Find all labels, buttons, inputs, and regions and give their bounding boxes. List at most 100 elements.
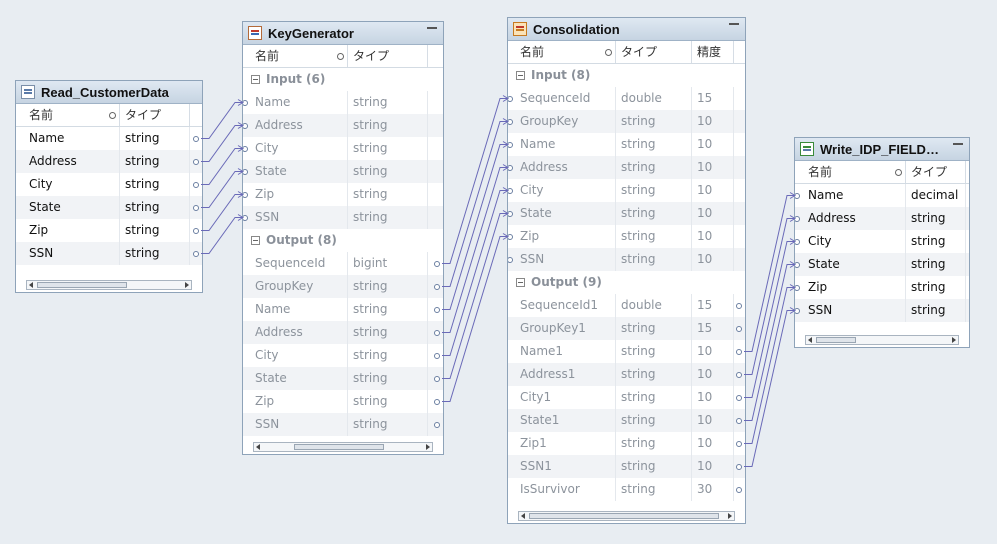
- port-row[interactable]: SequenceId bigint: [243, 252, 443, 275]
- port-row[interactable]: City1 string 10: [508, 386, 745, 409]
- port-row[interactable]: City string 10: [508, 179, 745, 202]
- output-port-connector[interactable]: [193, 159, 199, 165]
- output-port-connector[interactable]: [434, 422, 440, 428]
- write-idp-field-object[interactable]: Write_IDP_FIELD… 名前 タイプ Name decimal Addre…: [794, 137, 970, 348]
- scrollbar-thumb[interactable]: [294, 444, 384, 450]
- input-port-connector[interactable]: [795, 308, 800, 314]
- input-port-connector[interactable]: [243, 123, 248, 129]
- port-row[interactable]: Address1 string 10: [508, 363, 745, 386]
- port-row[interactable]: State string: [243, 367, 443, 390]
- port-row[interactable]: Address string: [243, 114, 443, 137]
- input-port-connector[interactable]: [508, 165, 513, 171]
- keygen-output-group[interactable]: Output (8): [243, 229, 443, 252]
- input-port-connector[interactable]: [508, 188, 513, 194]
- input-port-connector[interactable]: [508, 211, 513, 217]
- output-port-connector[interactable]: [434, 353, 440, 359]
- port-row[interactable]: State string: [16, 196, 202, 219]
- port-row[interactable]: Name1 string 10: [508, 340, 745, 363]
- port-row[interactable]: SequenceId1 double 15: [508, 294, 745, 317]
- port-row[interactable]: Zip string: [16, 219, 202, 242]
- consolidation-horizontal-scrollbar[interactable]: [518, 511, 735, 521]
- scroll-left-arrow-icon[interactable]: [521, 513, 525, 519]
- scroll-left-arrow-icon[interactable]: [808, 337, 812, 343]
- port-row[interactable]: State1 string 10: [508, 409, 745, 432]
- input-port-connector[interactable]: [508, 96, 513, 102]
- minimize-icon[interactable]: [427, 27, 437, 33]
- output-port-connector[interactable]: [736, 326, 742, 332]
- read-customerdata-object[interactable]: Read_CustomerData 名前 タイプ Name string Addre…: [15, 80, 203, 293]
- port-row[interactable]: SequenceId double 15: [508, 87, 745, 110]
- output-port-connector[interactable]: [736, 487, 742, 493]
- port-row[interactable]: State string 10: [508, 202, 745, 225]
- input-port-connector[interactable]: [508, 257, 513, 263]
- output-port-connector[interactable]: [193, 205, 199, 211]
- scroll-right-arrow-icon[interactable]: [185, 282, 189, 288]
- name-column-header[interactable]: 名前: [243, 45, 348, 67]
- scroll-right-arrow-icon[interactable]: [728, 513, 732, 519]
- scrollbar-thumb[interactable]: [37, 282, 127, 288]
- port-row[interactable]: Address string: [16, 150, 202, 173]
- scrollbar-thumb[interactable]: [529, 513, 719, 519]
- output-port-connector[interactable]: [736, 441, 742, 447]
- keygen-horizontal-scrollbar[interactable]: [253, 442, 433, 452]
- write-title-bar[interactable]: Write_IDP_FIELD…: [795, 138, 969, 161]
- read-title-bar[interactable]: Read_CustomerData: [16, 81, 202, 104]
- input-port-connector[interactable]: [795, 193, 800, 199]
- port-row[interactable]: Address string 10: [508, 156, 745, 179]
- output-port-connector[interactable]: [193, 251, 199, 257]
- output-port-connector[interactable]: [736, 464, 742, 470]
- output-port-connector[interactable]: [434, 376, 440, 382]
- input-port-connector[interactable]: [508, 142, 513, 148]
- port-row[interactable]: SSN string: [795, 299, 969, 322]
- name-column-header[interactable]: 名前: [803, 161, 906, 183]
- input-port-connector[interactable]: [795, 262, 800, 268]
- port-row[interactable]: State string: [243, 160, 443, 183]
- output-port-connector[interactable]: [434, 399, 440, 405]
- consolidation-object[interactable]: Consolidation 名前 タイプ 精度 Input (8) Sequen…: [507, 17, 746, 524]
- port-row[interactable]: IsSurvivor string 30: [508, 478, 745, 501]
- collapse-icon[interactable]: [516, 71, 525, 80]
- output-port-connector[interactable]: [193, 136, 199, 142]
- precision-column-header[interactable]: 精度: [692, 41, 734, 63]
- port-row[interactable]: State string: [795, 253, 969, 276]
- keygenerator-object[interactable]: KeyGenerator 名前 タイプ Input (6) Name string…: [242, 21, 444, 455]
- port-row[interactable]: SSN1 string 10: [508, 455, 745, 478]
- port-row[interactable]: SSN string 10: [508, 248, 745, 271]
- output-port-connector[interactable]: [736, 418, 742, 424]
- input-port-connector[interactable]: [243, 100, 248, 106]
- mapping-canvas[interactable]: Read_CustomerData 名前 タイプ Name string Addre…: [0, 0, 997, 544]
- output-port-connector[interactable]: [736, 372, 742, 378]
- output-port-connector[interactable]: [434, 261, 440, 267]
- input-port-connector[interactable]: [243, 146, 248, 152]
- consolidation-title-bar[interactable]: Consolidation: [508, 18, 745, 41]
- input-port-connector[interactable]: [795, 216, 800, 222]
- collapse-icon[interactable]: [251, 236, 260, 245]
- port-row[interactable]: Zip1 string 10: [508, 432, 745, 455]
- output-port-connector[interactable]: [193, 228, 199, 234]
- scroll-right-arrow-icon[interactable]: [426, 444, 430, 450]
- port-row[interactable]: SSN string: [16, 242, 202, 265]
- input-port-connector[interactable]: [795, 285, 800, 291]
- port-row[interactable]: Name string: [243, 91, 443, 114]
- input-port-connector[interactable]: [508, 234, 513, 240]
- output-port-connector[interactable]: [193, 182, 199, 188]
- output-port-connector[interactable]: [736, 395, 742, 401]
- type-column-header[interactable]: タイプ: [348, 45, 428, 67]
- input-port-connector[interactable]: [243, 215, 248, 221]
- keygen-title-bar[interactable]: KeyGenerator: [243, 22, 443, 45]
- name-column-header[interactable]: 名前: [508, 41, 616, 63]
- type-column-header[interactable]: タイプ: [120, 104, 190, 126]
- write-horizontal-scrollbar[interactable]: [805, 335, 959, 345]
- port-row[interactable]: Address string: [243, 321, 443, 344]
- consolidation-output-group[interactable]: Output (9): [508, 271, 745, 294]
- input-port-connector[interactable]: [243, 192, 248, 198]
- port-row[interactable]: GroupKey string 10: [508, 110, 745, 133]
- port-row[interactable]: Name decimal: [795, 184, 969, 207]
- consolidation-input-group[interactable]: Input (8): [508, 64, 745, 87]
- scroll-left-arrow-icon[interactable]: [256, 444, 260, 450]
- scroll-left-arrow-icon[interactable]: [29, 282, 33, 288]
- output-port-connector[interactable]: [434, 307, 440, 313]
- minimize-icon[interactable]: [953, 143, 963, 149]
- output-port-connector[interactable]: [736, 349, 742, 355]
- type-column-header[interactable]: タイプ: [616, 41, 692, 63]
